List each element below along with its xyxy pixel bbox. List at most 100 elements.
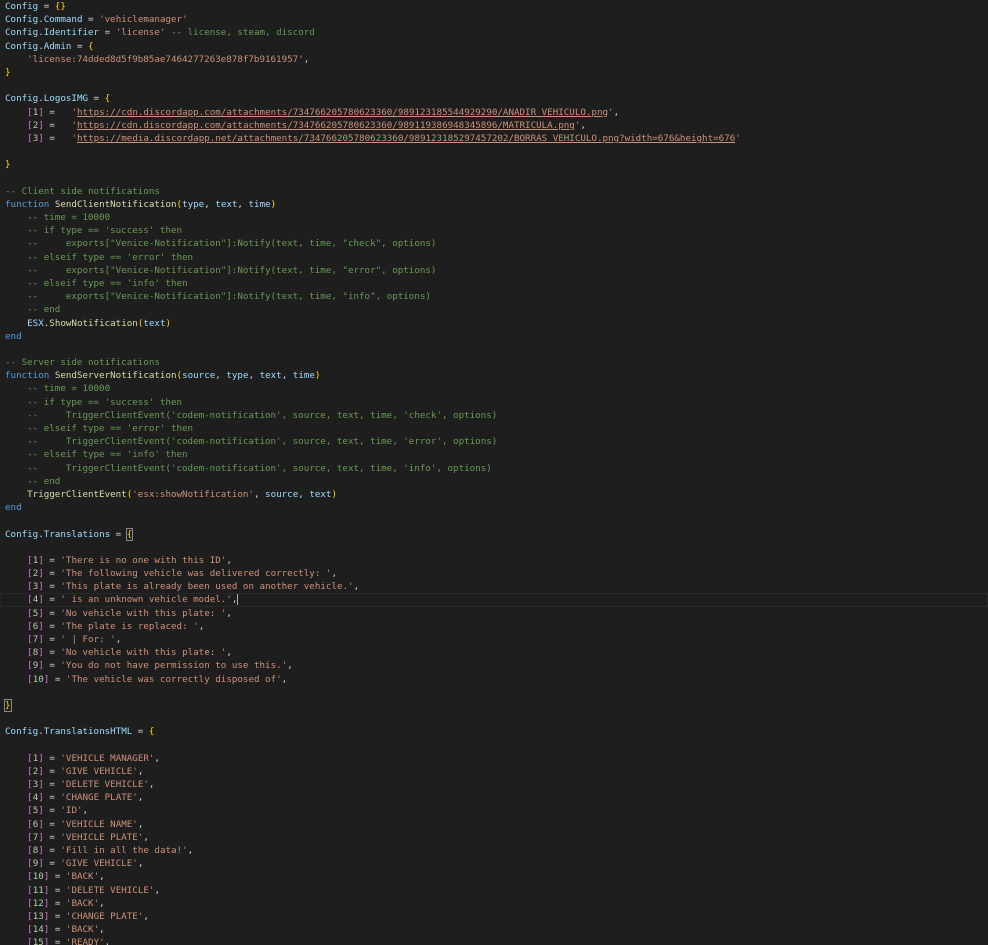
code-line[interactable]: Config.Translations = {	[0, 527, 988, 541]
code-line[interactable]: -- TriggerClientEvent('codem-notificatio…	[0, 409, 988, 422]
code-line[interactable]: Config = {}	[0, 0, 988, 13]
code-line[interactable]: [2] = 'GIVE VEHICLE',	[0, 765, 988, 778]
code-line[interactable]: ESX.ShowNotification(text)	[0, 317, 988, 330]
url-link[interactable]: https://cdn.discordapp.com/attachments/7…	[77, 120, 575, 131]
code-line[interactable]	[0, 541, 988, 554]
code-line[interactable]: [8] = 'Fill in all the data!',	[0, 844, 988, 857]
code-line[interactable]: [8] = 'No vehicle with this plate: ',	[0, 646, 988, 659]
operator-token: =	[43, 620, 61, 632]
string-token: 'The plate is replaced: '	[60, 620, 199, 632]
code-line[interactable]: -- elseif type == 'error' then	[0, 251, 988, 264]
code-line[interactable]: -- end	[0, 303, 988, 316]
bracket-token: )	[165, 317, 172, 329]
code-line[interactable]: [6] = 'The plate is replaced: ',	[0, 620, 988, 633]
code-line[interactable]: Config.TranslationsHTML = {	[0, 725, 988, 738]
code-line[interactable]: TriggerClientEvent('esx:showNotification…	[0, 488, 988, 501]
code-line[interactable]: -- elseif type == 'info' then	[0, 448, 988, 461]
code-line[interactable]: function SendServerNotification(source, …	[0, 369, 988, 382]
code-line[interactable]: [3] = 'DELETE VEHICLE',	[0, 778, 988, 791]
code-line[interactable]: -- if type == 'success' then	[0, 396, 988, 409]
code-line[interactable]: -- end	[0, 475, 988, 488]
code-line[interactable]	[0, 514, 988, 527]
code-line[interactable]: -- TriggerClientEvent('codem-notificatio…	[0, 435, 988, 448]
operator-token: =	[49, 897, 66, 909]
string-token: 'There is no one with this ID'	[60, 554, 227, 566]
code-line[interactable]: Config.Admin = {	[0, 40, 988, 53]
code-line[interactable]: -- TriggerClientEvent('codem-notificatio…	[0, 462, 988, 475]
operator-token	[5, 476, 27, 487]
code-line[interactable]	[0, 343, 988, 356]
url-link[interactable]: https://cdn.discordapp.com/attachments/7…	[77, 107, 608, 118]
operator-token	[5, 238, 27, 249]
code-editor[interactable]: Config = {} Config.Command = 'vehiclemana…	[0, 0, 988, 945]
code-line[interactable]: [10] = 'BACK',	[0, 870, 988, 883]
code-line[interactable]: [12] = 'BACK',	[0, 897, 988, 910]
code-line[interactable]: -- time = 10000	[0, 382, 988, 395]
code-line[interactable]: [14] = 'BACK',	[0, 923, 988, 936]
code-line[interactable]	[0, 171, 988, 184]
code-line[interactable]: -- if type == 'success' then	[0, 224, 988, 237]
operator-token	[5, 660, 27, 671]
operator-token: ,	[204, 198, 216, 210]
code-line[interactable]: end	[0, 501, 988, 514]
operator-token: =	[49, 937, 66, 945]
code-line[interactable]: [10] = 'The vehicle was correctly dispos…	[0, 673, 988, 686]
code-line[interactable]: }	[0, 158, 988, 171]
code-line[interactable]: end	[0, 330, 988, 343]
code-line[interactable]: function SendClientNotification(type, te…	[0, 198, 988, 211]
identifier-token: text	[259, 370, 282, 382]
code-line[interactable]	[0, 79, 988, 92]
operator-token	[5, 621, 27, 632]
code-line[interactable]: -- exports["Venice-Notification"]:Notify…	[0, 237, 988, 250]
code-line[interactable]: Config.Command = 'vehiclemanager'	[0, 13, 988, 26]
code-line[interactable]: }	[0, 698, 988, 712]
code-line[interactable]	[0, 739, 988, 752]
code-line[interactable]: [3] = 'This plate is already been used o…	[0, 580, 988, 593]
identifier-token: source	[265, 488, 299, 500]
code-line[interactable]: -- exports["Venice-Notification"]:Notify…	[0, 290, 988, 303]
code-line[interactable]: [9] = 'You do not have permission to use…	[0, 659, 988, 672]
code-line[interactable]: [15] = 'READY',	[0, 936, 988, 945]
code-line[interactable]: [2] = 'https://cdn.discordapp.com/attach…	[0, 119, 988, 132]
code-line[interactable]: [13] = 'CHANGE PLATE',	[0, 910, 988, 923]
code-line[interactable]: [5] = 'No vehicle with this plate: ',	[0, 607, 988, 620]
code-line[interactable]: [1] = 'https://cdn.discordapp.com/attach…	[0, 106, 988, 119]
code-line[interactable]	[0, 145, 988, 158]
operator-token: ,	[353, 581, 360, 593]
identifier-token: type	[226, 370, 249, 382]
code-line[interactable]: -- time = 10000	[0, 211, 988, 224]
code-line[interactable]: -- elseif type == 'info' then	[0, 277, 988, 290]
string-token: 'Fill in all the data!'	[60, 845, 188, 856]
code-line[interactable]: -- exports["Venice-Notification"]:Notify…	[0, 264, 988, 277]
code-line[interactable]: -- elseif type == 'error' then	[0, 422, 988, 435]
code-line[interactable]: [6] = 'VEHICLE NAME',	[0, 818, 988, 831]
code-line[interactable]: [9] = 'GIVE VEHICLE',	[0, 857, 988, 870]
string-token: 'READY'	[65, 937, 105, 945]
url-link[interactable]: https://media.discordapp.net/attachments…	[77, 133, 735, 144]
code-line[interactable]: [7] = ' | For: ',	[0, 633, 988, 646]
code-line[interactable]: [4] = 'CHANGE PLATE',	[0, 791, 988, 804]
code-line[interactable]	[0, 712, 988, 725]
code-line[interactable]: }	[0, 66, 988, 79]
code-line[interactable]: [4] = ' is an unknown vehicle model.',	[0, 593, 988, 607]
code-line[interactable]: [1] = 'There is no one with this ID',	[0, 554, 988, 567]
operator-token: ,	[154, 752, 160, 764]
operator-token	[5, 832, 27, 843]
code-line[interactable]: -- Client side notifications	[0, 185, 988, 198]
code-line[interactable]: [2] = 'The following vehicle was deliver…	[0, 567, 988, 580]
code-line[interactable]: [7] = 'VEHICLE PLATE',	[0, 831, 988, 844]
operator-token	[5, 858, 27, 869]
code-line[interactable]: 'license:74dded8d5f9b85ae7464277263e878f…	[0, 53, 988, 66]
function-name-token: ShowNotification	[49, 317, 138, 329]
code-line[interactable]: [11] = 'DELETE VEHICLE',	[0, 884, 988, 897]
code-line[interactable]: [5] = 'ID',	[0, 804, 988, 817]
operator-token: =	[49, 884, 66, 896]
code-line[interactable]: Config.Identifier = 'license' -- license…	[0, 26, 988, 39]
string-token: 'The following vehicle was delivered cor…	[60, 568, 332, 580]
code-line[interactable]: [1] = 'VEHICLE MANAGER',	[0, 752, 988, 765]
code-line[interactable]: Config.LogosIMG = {	[0, 92, 988, 105]
code-line[interactable]	[0, 686, 988, 699]
code-line[interactable]: [3] = 'https://media.discordapp.net/atta…	[0, 132, 988, 145]
operator-token: ,	[226, 607, 232, 619]
code-line[interactable]: -- Server side notifications	[0, 356, 988, 369]
